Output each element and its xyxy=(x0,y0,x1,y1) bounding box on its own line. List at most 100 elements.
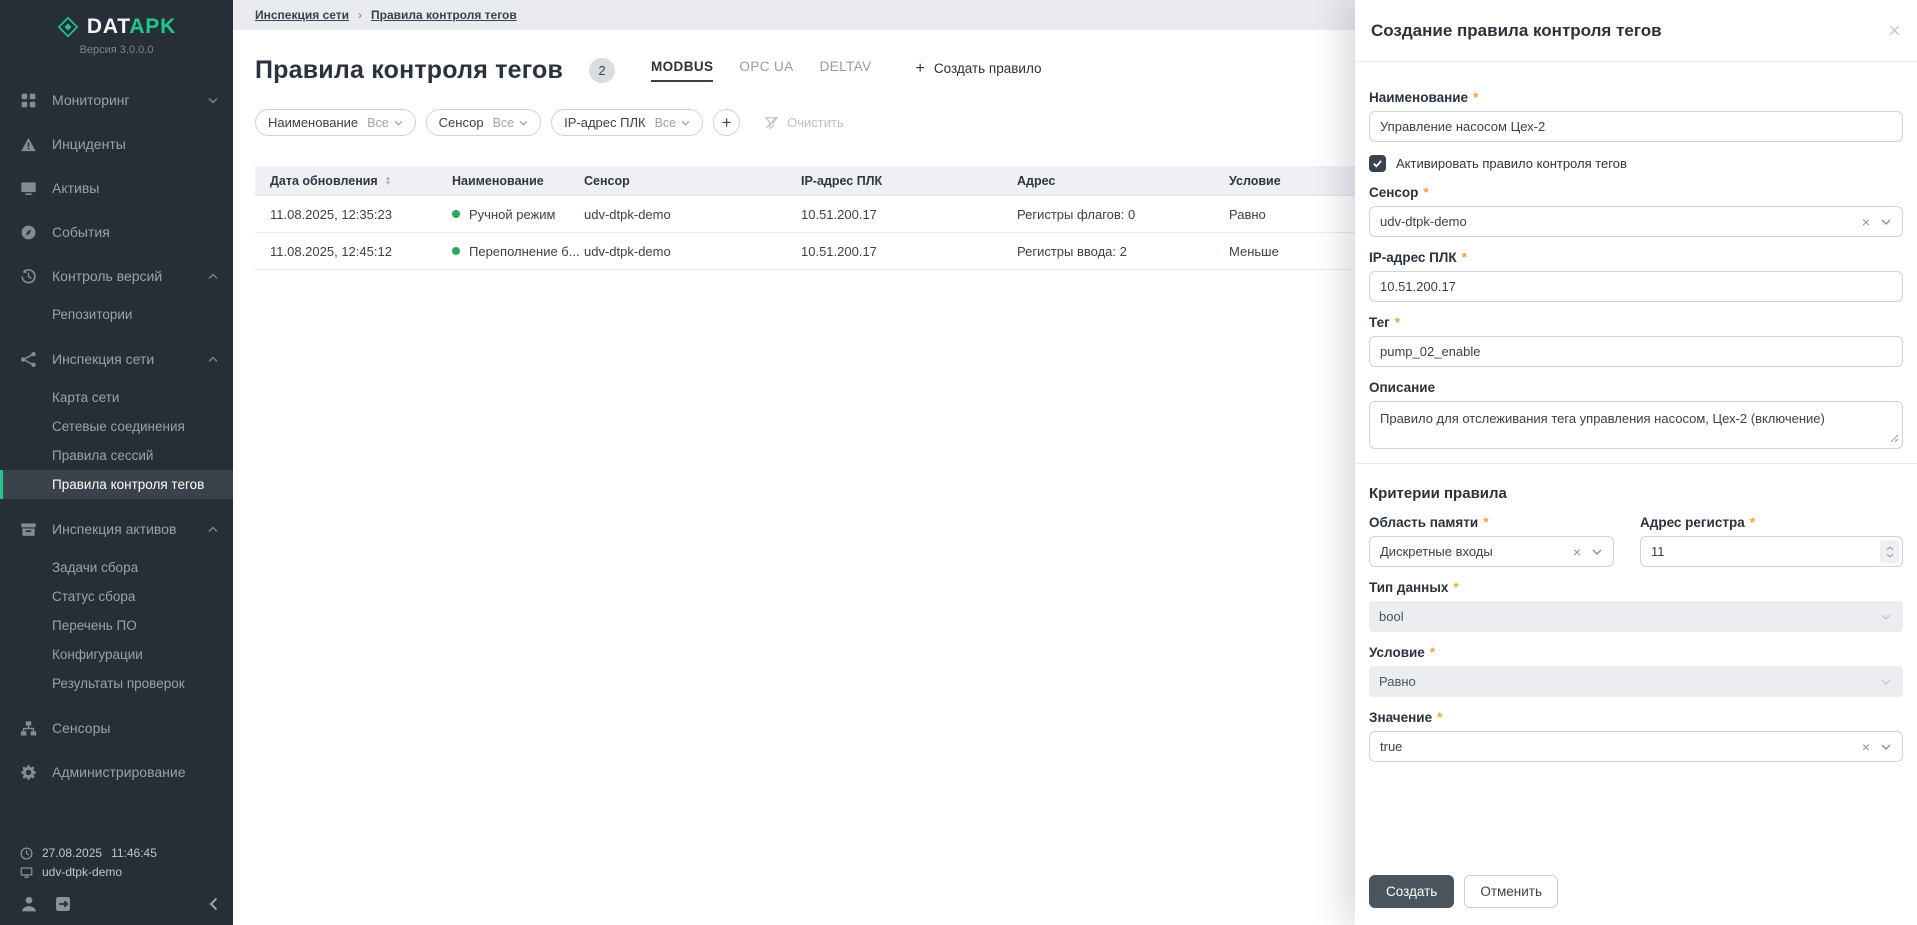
history-icon xyxy=(20,268,37,285)
clear-icon[interactable]: × xyxy=(1573,545,1581,559)
clear-icon[interactable]: × xyxy=(1862,215,1870,229)
sidebar-item-administration[interactable]: Администрирование xyxy=(0,750,233,794)
required-asterisk: * xyxy=(1473,90,1479,105)
cell-address: Регистры флагов: 0 xyxy=(1017,206,1136,222)
sidebar-item-network-map[interactable]: Карта сети xyxy=(0,383,233,412)
tag-input[interactable] xyxy=(1369,336,1903,367)
value-label: Значение * xyxy=(1369,710,1443,725)
tab-deltav[interactable]: DELTAV xyxy=(820,59,872,82)
required-asterisk: * xyxy=(1749,515,1755,530)
value-select-value[interactable]: true xyxy=(1369,731,1903,762)
sidebar-item-events[interactable]: События xyxy=(0,210,233,254)
filter-chip-value: Все xyxy=(367,116,403,130)
clock-icon xyxy=(20,846,33,860)
sidebar-item-label: Активы xyxy=(52,180,100,196)
memory-area-label: Область памяти * xyxy=(1369,515,1489,530)
sidebar-item-label: Инциденты xyxy=(52,136,126,152)
filter-value-text: Все xyxy=(492,115,515,130)
sort-icon[interactable]: ▲ ▼ xyxy=(385,175,391,187)
add-filter-button[interactable]: + xyxy=(713,109,741,136)
sidebar-item-label: Инспекция активов xyxy=(52,521,177,537)
breadcrumb-link-tag-rules[interactable]: Правила контроля тегов xyxy=(371,8,517,22)
warning-icon xyxy=(20,136,37,153)
ip-input[interactable] xyxy=(1369,271,1903,302)
plus-icon: + xyxy=(915,59,925,77)
sidebar-item-sensors[interactable]: Сенсоры xyxy=(0,706,233,750)
column-header-plc-ip: IP-адрес ПЛК xyxy=(801,173,883,188)
name-field-label: Наименование * xyxy=(1369,90,1479,105)
sensor-select[interactable]: udv-dtpk-demo × xyxy=(1369,206,1903,237)
user-icon[interactable] xyxy=(20,895,38,913)
section-divider xyxy=(1355,463,1917,464)
sidebar-item-asset-inspection[interactable]: Инспекция активов xyxy=(0,507,233,551)
filter-chip-label: Наименование xyxy=(268,115,359,130)
memory-area-select[interactable]: Дискретные входы × xyxy=(1369,536,1614,567)
name-input[interactable] xyxy=(1369,111,1903,142)
description-textarea[interactable]: Правило для отслеживания тега управления… xyxy=(1369,401,1903,449)
status-dot-icon xyxy=(452,247,460,255)
close-icon[interactable]: × xyxy=(1888,19,1901,42)
chevron-down-icon[interactable] xyxy=(1881,743,1891,750)
chevron-down-icon[interactable] xyxy=(1881,218,1891,225)
register-address-input[interactable] xyxy=(1640,536,1903,567)
sidebar-item-session-rules[interactable]: Правила сессий xyxy=(0,441,233,470)
sidebar-item-network-connections[interactable]: Сетевые соединения xyxy=(0,412,233,441)
sidebar-item-repositories[interactable]: Репозитории xyxy=(0,300,233,329)
panel-title: Создание правила контроля тегов xyxy=(1371,20,1662,40)
description-field-label: Описание xyxy=(1369,380,1436,395)
sidebar-subitem-label: Результаты проверок xyxy=(52,676,185,691)
sidebar-item-label: События xyxy=(52,224,110,240)
sidebar-item-version-control[interactable]: Контроль версий xyxy=(0,254,233,298)
required-asterisk: * xyxy=(1437,710,1443,725)
create-button[interactable]: Создать xyxy=(1369,875,1455,908)
sidebar-collapse-icon[interactable] xyxy=(208,896,219,912)
create-rule-label: Создать правило xyxy=(933,61,1042,76)
sidebar-item-assets[interactable]: Активы xyxy=(0,166,233,210)
clear-icon[interactable]: × xyxy=(1862,740,1870,754)
chevron-down-icon xyxy=(394,120,403,126)
chevron-down-icon xyxy=(1881,613,1891,620)
logout-icon[interactable] xyxy=(54,895,72,913)
column-header-sensor: Сенсор xyxy=(584,173,630,188)
sidebar-item-incidents[interactable]: Инциденты xyxy=(0,122,233,166)
filter-chip-name[interactable]: Наименование Все xyxy=(255,109,416,136)
sidebar-item-configurations[interactable]: Конфигурации xyxy=(0,640,233,669)
clear-filters-button[interactable]: Очистить xyxy=(764,115,844,130)
sidebar-subitem-label: Задачи сбора xyxy=(52,560,139,575)
sidebar-item-tag-control-rules[interactable]: Правила контроля тегов xyxy=(0,470,233,499)
status-date: 27.08.2025 xyxy=(42,846,103,860)
sensor-select-value[interactable]: udv-dtpk-demo xyxy=(1369,206,1903,237)
sidebar-actions xyxy=(20,895,219,913)
activate-checkbox[interactable] xyxy=(1369,155,1386,172)
filter-chip-sensor[interactable]: Сенсор Все xyxy=(425,109,542,136)
value-select[interactable]: true × xyxy=(1369,731,1903,762)
sidebar-item-software-list[interactable]: Перечень ПО xyxy=(0,611,233,640)
page-title: Правила контроля тегов xyxy=(255,56,564,84)
sitemap-icon xyxy=(20,720,37,737)
sidebar-item-network-inspection[interactable]: Инспекция сети xyxy=(0,337,233,381)
ip-field-label: IP-адрес ПЛК * xyxy=(1369,250,1467,265)
tab-opc-ua[interactable]: OPC UA xyxy=(739,59,793,82)
sidebar-item-collection-tasks[interactable]: Задачи сбора xyxy=(0,553,233,582)
cancel-button[interactable]: Отменить xyxy=(1464,875,1558,908)
chevron-down-icon[interactable] xyxy=(1592,548,1602,555)
sensor-field-label: Сенсор * xyxy=(1369,185,1429,200)
tab-modbus[interactable]: MODBUS xyxy=(651,59,714,82)
monitor-icon xyxy=(20,180,37,197)
sidebar-item-collection-status[interactable]: Статус сбора xyxy=(0,582,233,611)
sidebar-item-label: Сенсоры xyxy=(52,720,111,736)
sidebar-item-monitoring[interactable]: Мониторинг xyxy=(0,78,233,122)
create-rule-button[interactable]: + Создать правило xyxy=(915,59,1042,81)
sidebar-subitem-label: Правила сессий xyxy=(52,448,154,463)
filter-chip-plc-ip[interactable]: IP-адрес ПЛК Все xyxy=(551,109,704,136)
chevron-down-icon xyxy=(519,120,528,126)
sidebar-subitem-label: Перечень ПО xyxy=(52,618,137,633)
brand-apk: APK xyxy=(129,15,177,38)
breadcrumb-link-network-inspection[interactable]: Инспекция сети xyxy=(255,8,349,22)
cell-plc-ip: 10.51.200.17 xyxy=(801,243,877,259)
number-stepper[interactable] xyxy=(1880,540,1899,563)
sidebar-item-check-results[interactable]: Результаты проверок xyxy=(0,669,233,698)
panel-footer: Создать Отменить xyxy=(1355,861,1917,925)
status-datetime: 27.08.2025 11:46:45 xyxy=(20,846,157,860)
cell-sensor: udv-dtpk-demo xyxy=(584,243,671,259)
